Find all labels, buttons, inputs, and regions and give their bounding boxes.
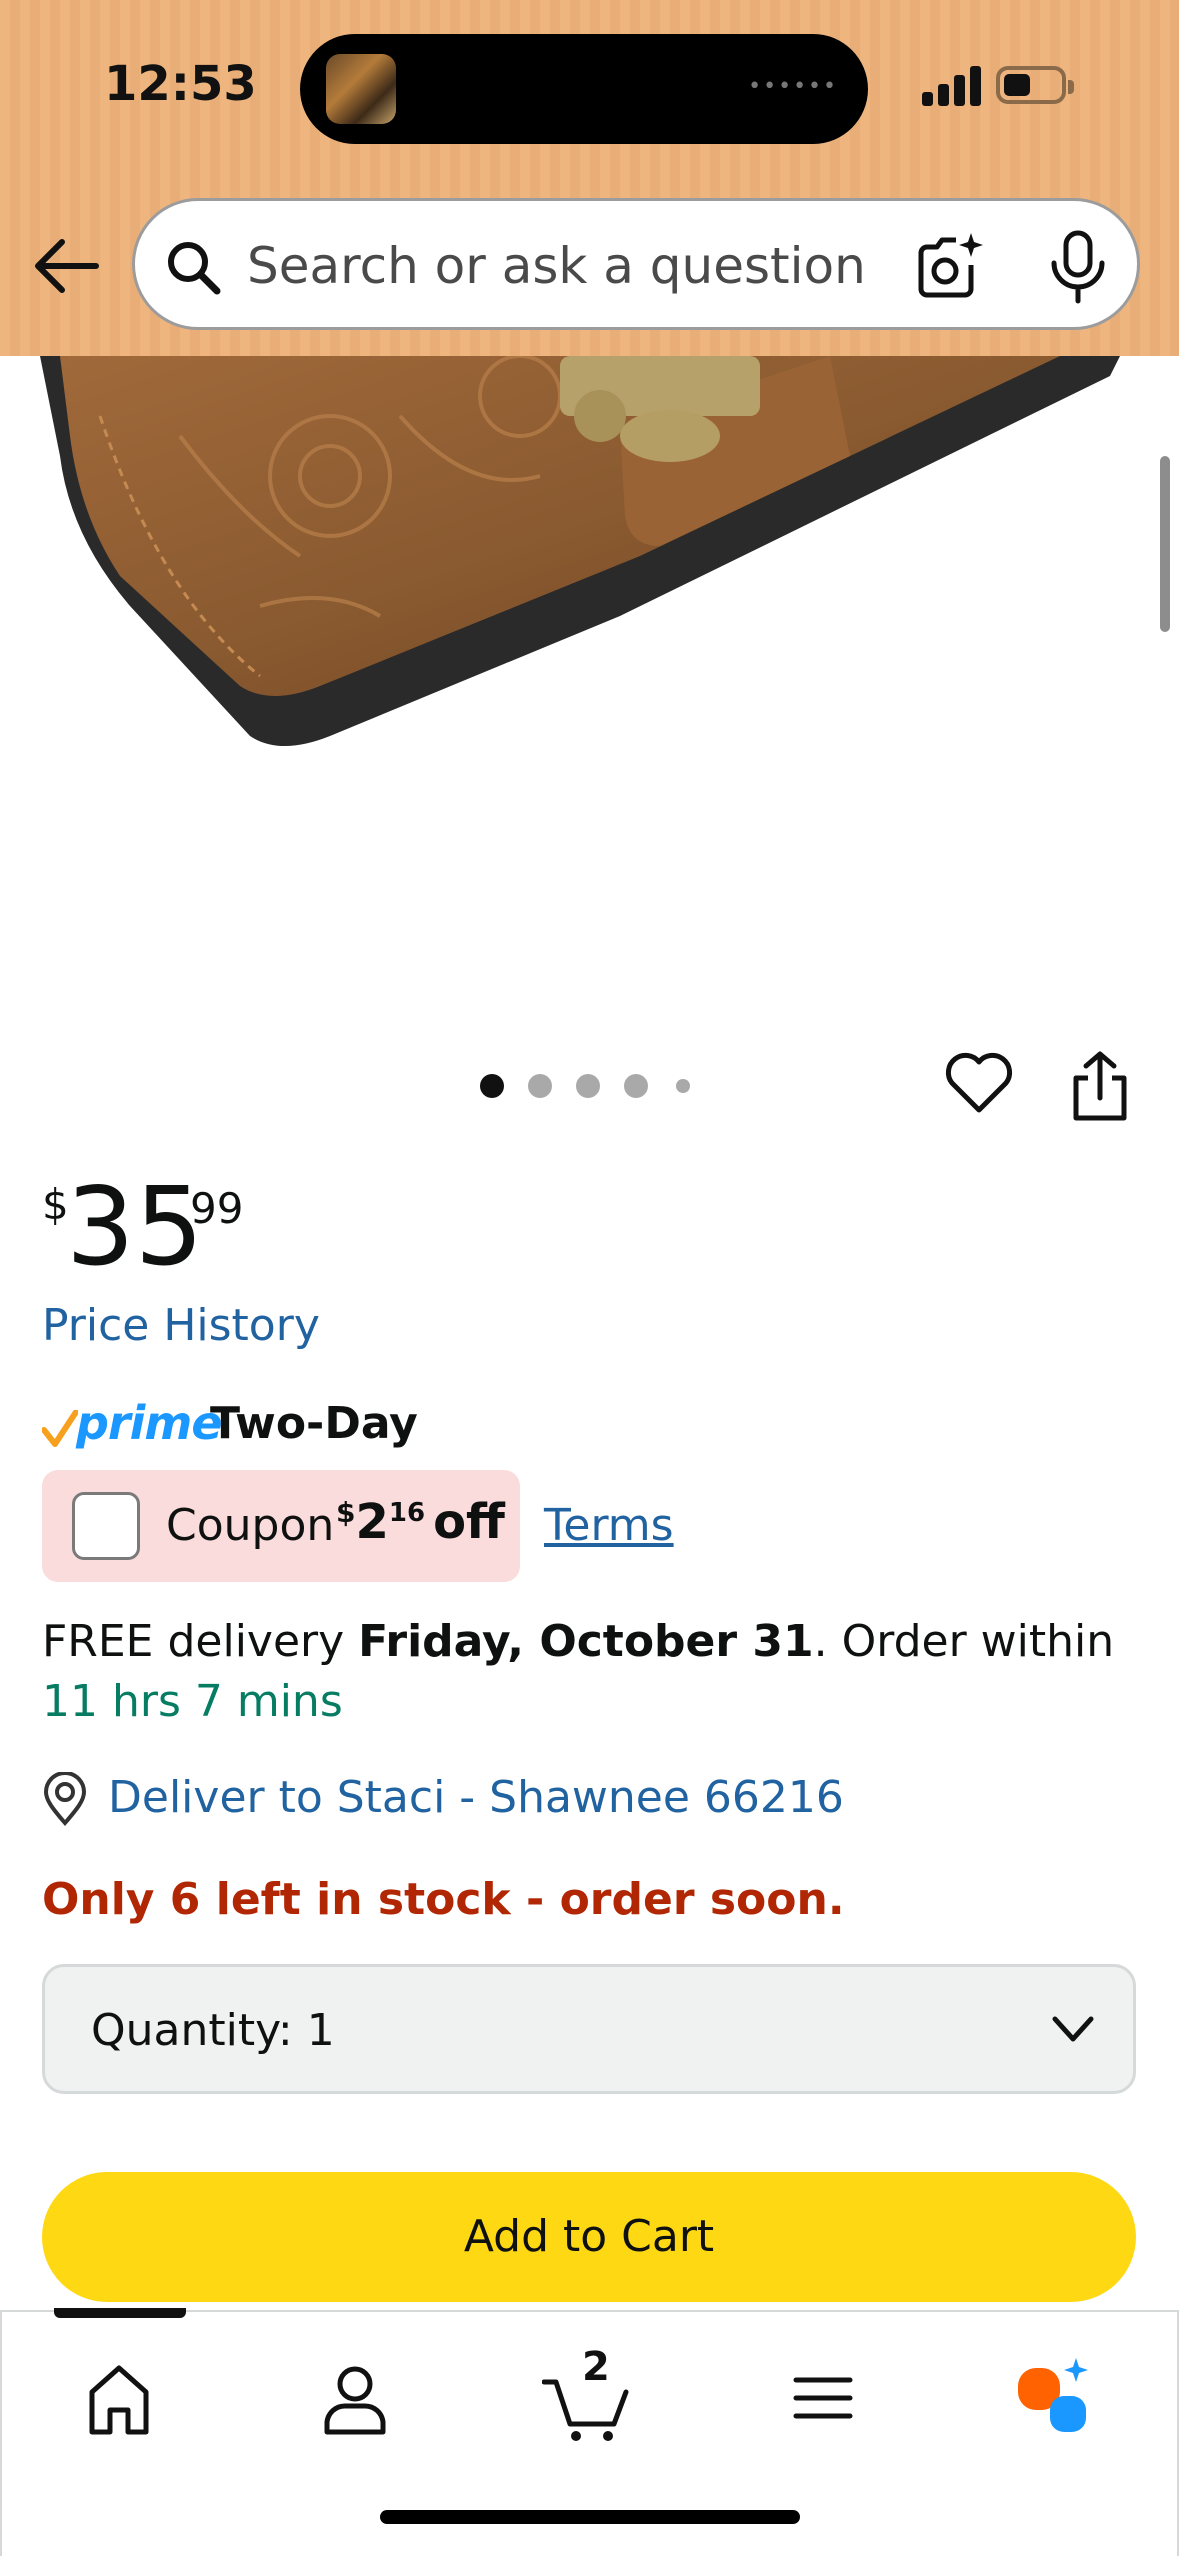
pagination-dot[interactable] (676, 1079, 690, 1093)
coupon-whole: 2 (355, 1494, 389, 1550)
battery-icon (996, 66, 1074, 104)
menu-icon[interactable] (778, 2352, 868, 2442)
share-icon[interactable] (1070, 1050, 1130, 1122)
coupon-fraction: 16 (388, 1498, 426, 1528)
quantity-value: 1 (306, 2005, 335, 2056)
heart-icon[interactable] (944, 1050, 1014, 1116)
cellular-signal-icon (922, 64, 982, 106)
page-scrollbar[interactable] (1160, 456, 1170, 632)
pagination-dot[interactable] (480, 1074, 504, 1098)
prime-word: prime (76, 1396, 223, 1450)
quantity-select[interactable]: Quantity: 1 (42, 1964, 1136, 2094)
pagination-dot[interactable] (624, 1074, 648, 1098)
home-icon[interactable] (74, 2352, 164, 2442)
account-icon[interactable] (310, 2352, 400, 2442)
back-arrow-icon[interactable] (32, 236, 100, 296)
quantity-label: Quantity: 1 (91, 2005, 335, 2056)
delivery-prefix: FREE delivery (42, 1616, 359, 1667)
island-activity-dots: •••••• (748, 74, 838, 99)
add-to-cart-button[interactable]: Add to Cart (42, 2172, 1136, 2302)
cart-count-badge: 2 (582, 2344, 610, 2390)
camera-search-icon[interactable] (913, 229, 987, 303)
price-history-link[interactable]: Price History (42, 1300, 320, 1351)
search-input[interactable] (247, 231, 927, 301)
price-whole: 35 (66, 1165, 204, 1290)
rufus-assistant-icon[interactable] (1012, 2352, 1102, 2442)
cart-icon[interactable]: 2 (541, 2344, 632, 2442)
pagination-dot[interactable] (576, 1074, 600, 1098)
delivery-date: Friday, October 31 (358, 1616, 814, 1667)
microphone-icon[interactable] (1045, 229, 1111, 305)
delivery-countdown: 11 hrs 7 mins (42, 1676, 343, 1727)
status-time: 12:53 (104, 56, 257, 112)
pagination-dot[interactable] (528, 1074, 552, 1098)
coupon-currency: $ (336, 1496, 356, 1529)
coupon-amount: $216 off (336, 1494, 505, 1550)
coupon-off: off (433, 1494, 505, 1550)
delivery-order-within: . Order within (813, 1616, 1115, 1667)
delivery-info: FREE delivery Friday, October 31. Order … (42, 1612, 1152, 1732)
dynamic-island[interactable]: •••••• (300, 34, 868, 144)
coupon-box[interactable]: Coupon $216 off (42, 1470, 520, 1582)
home-indicator[interactable] (380, 2510, 800, 2524)
search-bar[interactable] (132, 198, 1140, 330)
prime-delivery-speed: Two-Day (210, 1398, 418, 1449)
deliver-to-text[interactable]: Deliver to Staci - Shawnee 66216 (108, 1772, 844, 1823)
app-header: 12:53 •••••• (0, 0, 1179, 356)
active-tab-indicator (54, 2308, 186, 2318)
product-image[interactable] (0, 356, 1179, 1056)
stock-warning: Only 6 left in stock - order soon. (42, 1874, 845, 1925)
location-pin-icon (43, 1772, 87, 1826)
now-playing-artwork (326, 54, 396, 124)
coupon-checkbox[interactable] (72, 1492, 140, 1560)
search-icon (165, 239, 223, 297)
price-fraction: 99 (190, 1184, 244, 1233)
price-currency: $ (42, 1180, 69, 1229)
coupon-terms-link[interactable]: Terms (544, 1500, 674, 1551)
coupon-label: Coupon (166, 1500, 335, 1551)
prime-check-icon (42, 1410, 78, 1447)
chevron-down-icon (1052, 2016, 1094, 2042)
